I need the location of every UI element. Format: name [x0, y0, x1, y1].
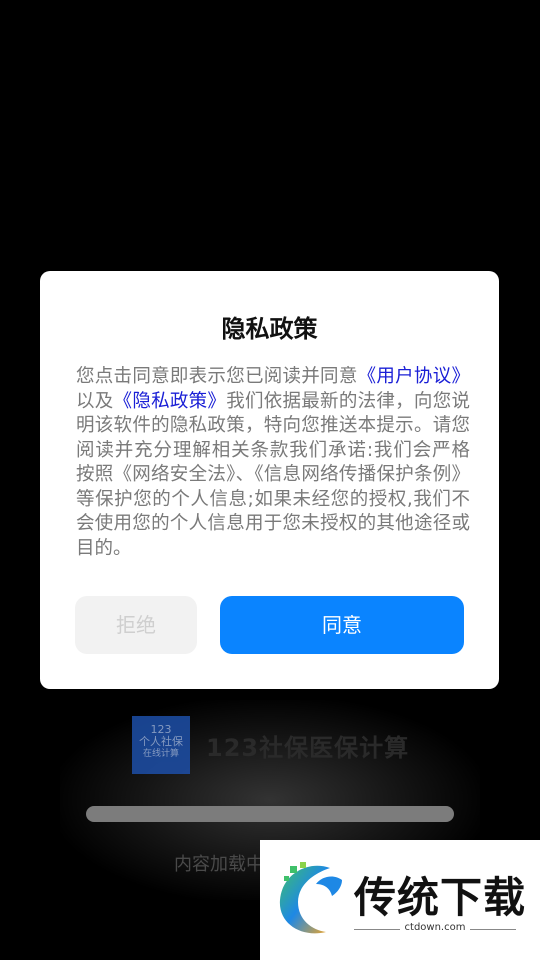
dialog-body: 您点击同意即表示您已阅读并同意《用户协议》以及《隐私政策》我们依据最新的法律，向… [76, 365, 470, 561]
app-logo-line3: 在线计算 [142, 749, 179, 759]
watermark-url: ctdown.com [404, 922, 466, 933]
watermark-title: 传统下载 [354, 873, 527, 922]
app-logo-line2: 个人社保 [139, 735, 183, 748]
user-agreement-link[interactable]: 《用户协议》 [358, 366, 470, 387]
agree-button[interactable]: 同意 [220, 596, 464, 654]
privacy-policy-link[interactable]: 《隐私政策》 [114, 391, 227, 412]
loading-progress-bar [86, 806, 454, 822]
dialog-body-text: 您点击同意即表示您已阅读并同意 [76, 366, 358, 387]
watermark-logo-icon [279, 862, 342, 934]
watermark-divider-right [470, 929, 516, 930]
dialog-title: 隐私政策 [221, 315, 318, 343]
watermark: 传统下载 ctdown.com [260, 840, 540, 960]
watermark-divider-left [354, 929, 400, 930]
dialog-body-text: 我们依据最新的法律，向您说明该软件的隐私政策，特向您推送本提示。请您阅读并充分理… [76, 390, 470, 559]
app-logo: 123 个人社保 在线计算 [132, 716, 190, 774]
app-name: 123社保医保计算 [206, 734, 410, 762]
privacy-dialog: 隐私政策 您点击同意即表示您已阅读并同意《用户协议》以及《隐私政策》我们依据最新… [40, 271, 499, 689]
reject-button[interactable]: 拒绝 [75, 596, 197, 654]
dialog-body-text: 以及 [76, 390, 114, 412]
